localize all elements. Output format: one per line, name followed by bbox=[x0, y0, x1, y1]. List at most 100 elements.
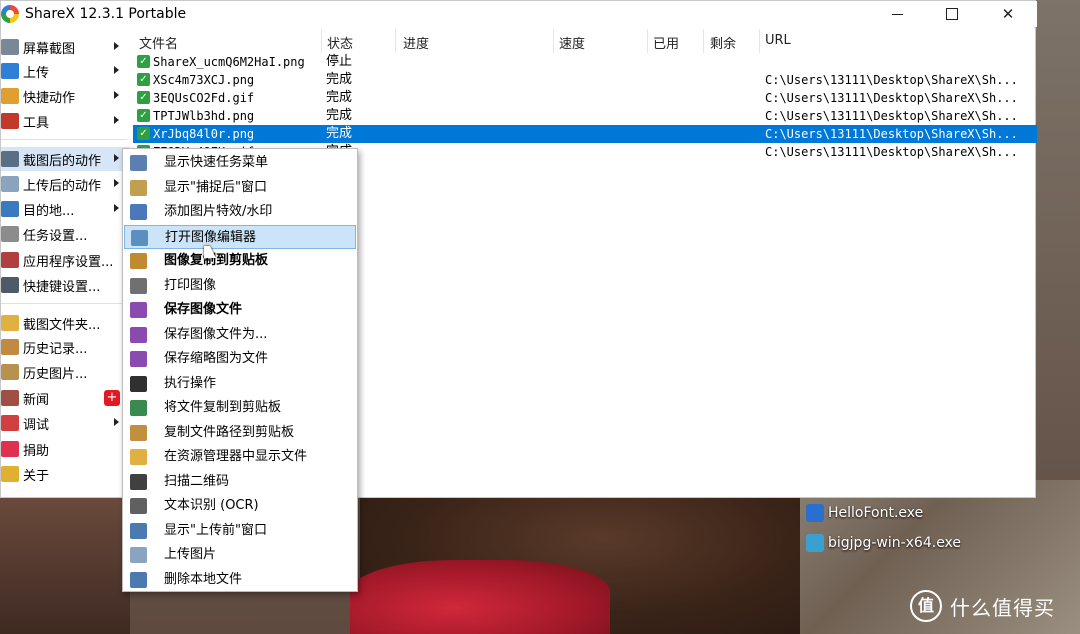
close-button[interactable] bbox=[985, 1, 1031, 27]
desktop-icon-bigjpg[interactable]: bigjpg-win-x64.exe bbox=[806, 534, 961, 552]
submenu-item[interactable]: 扫描二维码 bbox=[124, 470, 356, 494]
terminal-icon bbox=[130, 375, 147, 392]
grid-icon bbox=[1, 88, 19, 104]
main-menu-item[interactable]: 截图后的动作 bbox=[1, 147, 129, 171]
submenu-item[interactable]: 图像复制到剪贴板 bbox=[124, 249, 356, 273]
list-header: 文件名 状态 进度 速度 已用 剩余 URL bbox=[133, 29, 1037, 53]
submenu-item[interactable]: 复制文件路径到剪贴板 bbox=[124, 421, 356, 445]
column-divider[interactable] bbox=[321, 29, 322, 53]
title-bar[interactable]: ShareX 12.3.1 Portable bbox=[1, 1, 1037, 27]
clipboard-path-icon bbox=[130, 424, 147, 441]
check-icon: ✓ bbox=[137, 91, 150, 104]
column-divider[interactable] bbox=[395, 29, 396, 53]
main-menu-item[interactable]: 屏幕截图 bbox=[1, 35, 129, 59]
chevron-right-icon bbox=[114, 154, 119, 162]
main-menu-item[interactable]: 任务设置... bbox=[1, 222, 129, 246]
maximize-button[interactable] bbox=[929, 1, 975, 27]
image-editor-icon bbox=[131, 229, 148, 246]
main-menu-label: 任务设置... bbox=[23, 228, 88, 244]
column-divider[interactable] bbox=[553, 29, 554, 53]
desktop-icon-label: bigjpg-win-x64.exe bbox=[828, 535, 962, 551]
column-header[interactable]: 已用 bbox=[653, 33, 679, 52]
submenu-item[interactable]: 保存缩略图为文件 bbox=[124, 347, 356, 371]
url-cell: C:\Users\13111\Desktop\ShareX\Sh... bbox=[765, 127, 1018, 141]
submenu-item[interactable]: 上传图片 bbox=[124, 543, 356, 567]
status-cell: 完成 bbox=[326, 108, 353, 123]
desktop-icon-hellofont[interactable]: HelloFont.exe bbox=[806, 504, 923, 522]
main-menu-item[interactable]: 捐助 bbox=[1, 437, 129, 461]
main-menu-item[interactable]: 历史图片... bbox=[1, 360, 129, 384]
submenu-item[interactable]: 执行操作 bbox=[124, 372, 356, 396]
globe-user-icon bbox=[1, 201, 19, 217]
chevron-right-icon bbox=[114, 116, 119, 124]
main-menu-item[interactable]: 新闻 + bbox=[1, 386, 129, 410]
submenu-item[interactable]: 显示"捕捉后"窗口 bbox=[124, 176, 356, 200]
cloud-icon bbox=[1, 176, 19, 192]
submenu-item[interactable]: 文本识别 (OCR) bbox=[124, 494, 356, 518]
column-header[interactable]: 进度 bbox=[403, 33, 429, 52]
toolbox-icon bbox=[1, 113, 19, 129]
main-menu-label: 上传后的动作 bbox=[23, 178, 102, 194]
camera-icon bbox=[1, 39, 19, 55]
tools-icon bbox=[1, 252, 19, 268]
main-menu-item[interactable]: 历史记录... bbox=[1, 335, 129, 359]
background-photo-left bbox=[0, 498, 130, 634]
mouse-cursor-icon bbox=[204, 246, 216, 258]
save-thumbnail-icon bbox=[130, 351, 147, 367]
url-cell: C:\Users\13111\Desktop\ShareX\Sh... bbox=[765, 109, 1018, 123]
main-menu-item[interactable]: 应用程序设置... bbox=[1, 248, 129, 272]
column-header[interactable]: 文件名 bbox=[139, 33, 178, 52]
submenu-item[interactable]: 显示快速任务菜单 bbox=[124, 151, 356, 175]
submenu-item[interactable]: 删除本地文件 bbox=[124, 568, 356, 592]
main-menu-label: 历史图片... bbox=[23, 366, 88, 382]
submenu-item[interactable]: 显示"上传前"窗口 bbox=[124, 519, 356, 543]
submenu-label: 图像复制到剪贴板 bbox=[164, 253, 269, 268]
table-row[interactable]: ✓ XSc4m73XCJ.png 完成 C:\Users\13111\Desktop\… bbox=[133, 71, 1037, 89]
column-header[interactable]: 速度 bbox=[559, 33, 585, 52]
main-menu-label: 应用程序设置... bbox=[23, 254, 114, 270]
submenu-item[interactable]: 保存图像文件为... bbox=[124, 323, 356, 347]
table-row[interactable]: ✓ ShareX_ucmQ6M2HaI.png 停止 bbox=[133, 53, 1037, 71]
column-divider[interactable] bbox=[647, 29, 648, 53]
main-menu: 屏幕截图上传 快捷动作 工具截图后的动作上传后的动作目的地... 任务设置... 应用程… bbox=[1, 35, 129, 495]
main-menu-label: 捐助 bbox=[23, 443, 50, 459]
chevron-right-icon bbox=[114, 418, 119, 426]
column-divider[interactable] bbox=[703, 29, 704, 53]
submenu-item[interactable]: 打开图像编辑器 bbox=[124, 224, 356, 249]
submenu-item[interactable]: 将文件复制到剪贴板 bbox=[124, 396, 356, 420]
chevron-right-icon bbox=[114, 204, 119, 212]
table-row[interactable]: ✓ XrJbq84l0r.png 完成 C:\Users\13111\Desktop\… bbox=[133, 125, 1037, 143]
main-menu-item[interactable]: 关于 bbox=[1, 462, 129, 486]
main-menu-item[interactable]: 快捷动作 bbox=[1, 84, 129, 108]
main-menu-label: 截图文件夹... bbox=[23, 317, 101, 333]
image-history-icon bbox=[1, 364, 19, 380]
main-menu-item[interactable]: 上传后的动作 bbox=[1, 172, 129, 196]
column-header[interactable]: 状态 bbox=[327, 33, 353, 52]
submenu-item[interactable]: 添加图片特效/水印 bbox=[124, 200, 356, 224]
submenu-item[interactable]: 在资源管理器中显示文件 bbox=[124, 445, 356, 469]
column-divider[interactable] bbox=[759, 29, 760, 53]
table-row[interactable]: ✓ 3EQUsCO2Fd.gif 完成 C:\Users\13111\Desktop\… bbox=[133, 89, 1037, 107]
ocr-text-icon bbox=[130, 498, 147, 514]
main-menu-item[interactable]: 调试 bbox=[1, 411, 129, 435]
main-menu-item[interactable]: 目的地... bbox=[1, 197, 129, 221]
table-row[interactable]: ✓ TPTJWlb3hd.png 完成 C:\Users\13111\Desktop\… bbox=[133, 107, 1037, 125]
main-menu-item[interactable]: 截图文件夹... bbox=[1, 311, 129, 335]
submenu-label: 文本识别 (OCR) bbox=[164, 498, 259, 513]
submenu-item[interactable]: 打印图像 bbox=[124, 274, 356, 298]
column-header[interactable]: URL bbox=[765, 33, 791, 48]
save-icon bbox=[130, 302, 147, 318]
main-menu-item[interactable]: 快捷键设置... bbox=[1, 273, 129, 297]
submenu-label: 删除本地文件 bbox=[164, 571, 243, 587]
main-menu-item[interactable]: 工具 bbox=[1, 109, 129, 133]
submenu-item[interactable]: 保存图像文件 bbox=[124, 298, 356, 322]
heart-icon bbox=[1, 441, 19, 457]
main-menu-item[interactable]: 上传 bbox=[1, 59, 129, 83]
submenu-label: 打印图像 bbox=[164, 277, 217, 293]
column-header[interactable]: 剩余 bbox=[710, 33, 736, 52]
main-menu-label: 屏幕截图 bbox=[23, 41, 76, 57]
submenu-label: 扫描二维码 bbox=[164, 473, 230, 489]
minimize-button[interactable] bbox=[874, 1, 920, 27]
after-capture-submenu: 显示快速任务菜单 显示"捕捉后"窗口 添加图片特效/水印 打开图像编辑器图像复制到剪贴… bbox=[122, 148, 358, 592]
status-cell: 完成 bbox=[326, 126, 353, 141]
